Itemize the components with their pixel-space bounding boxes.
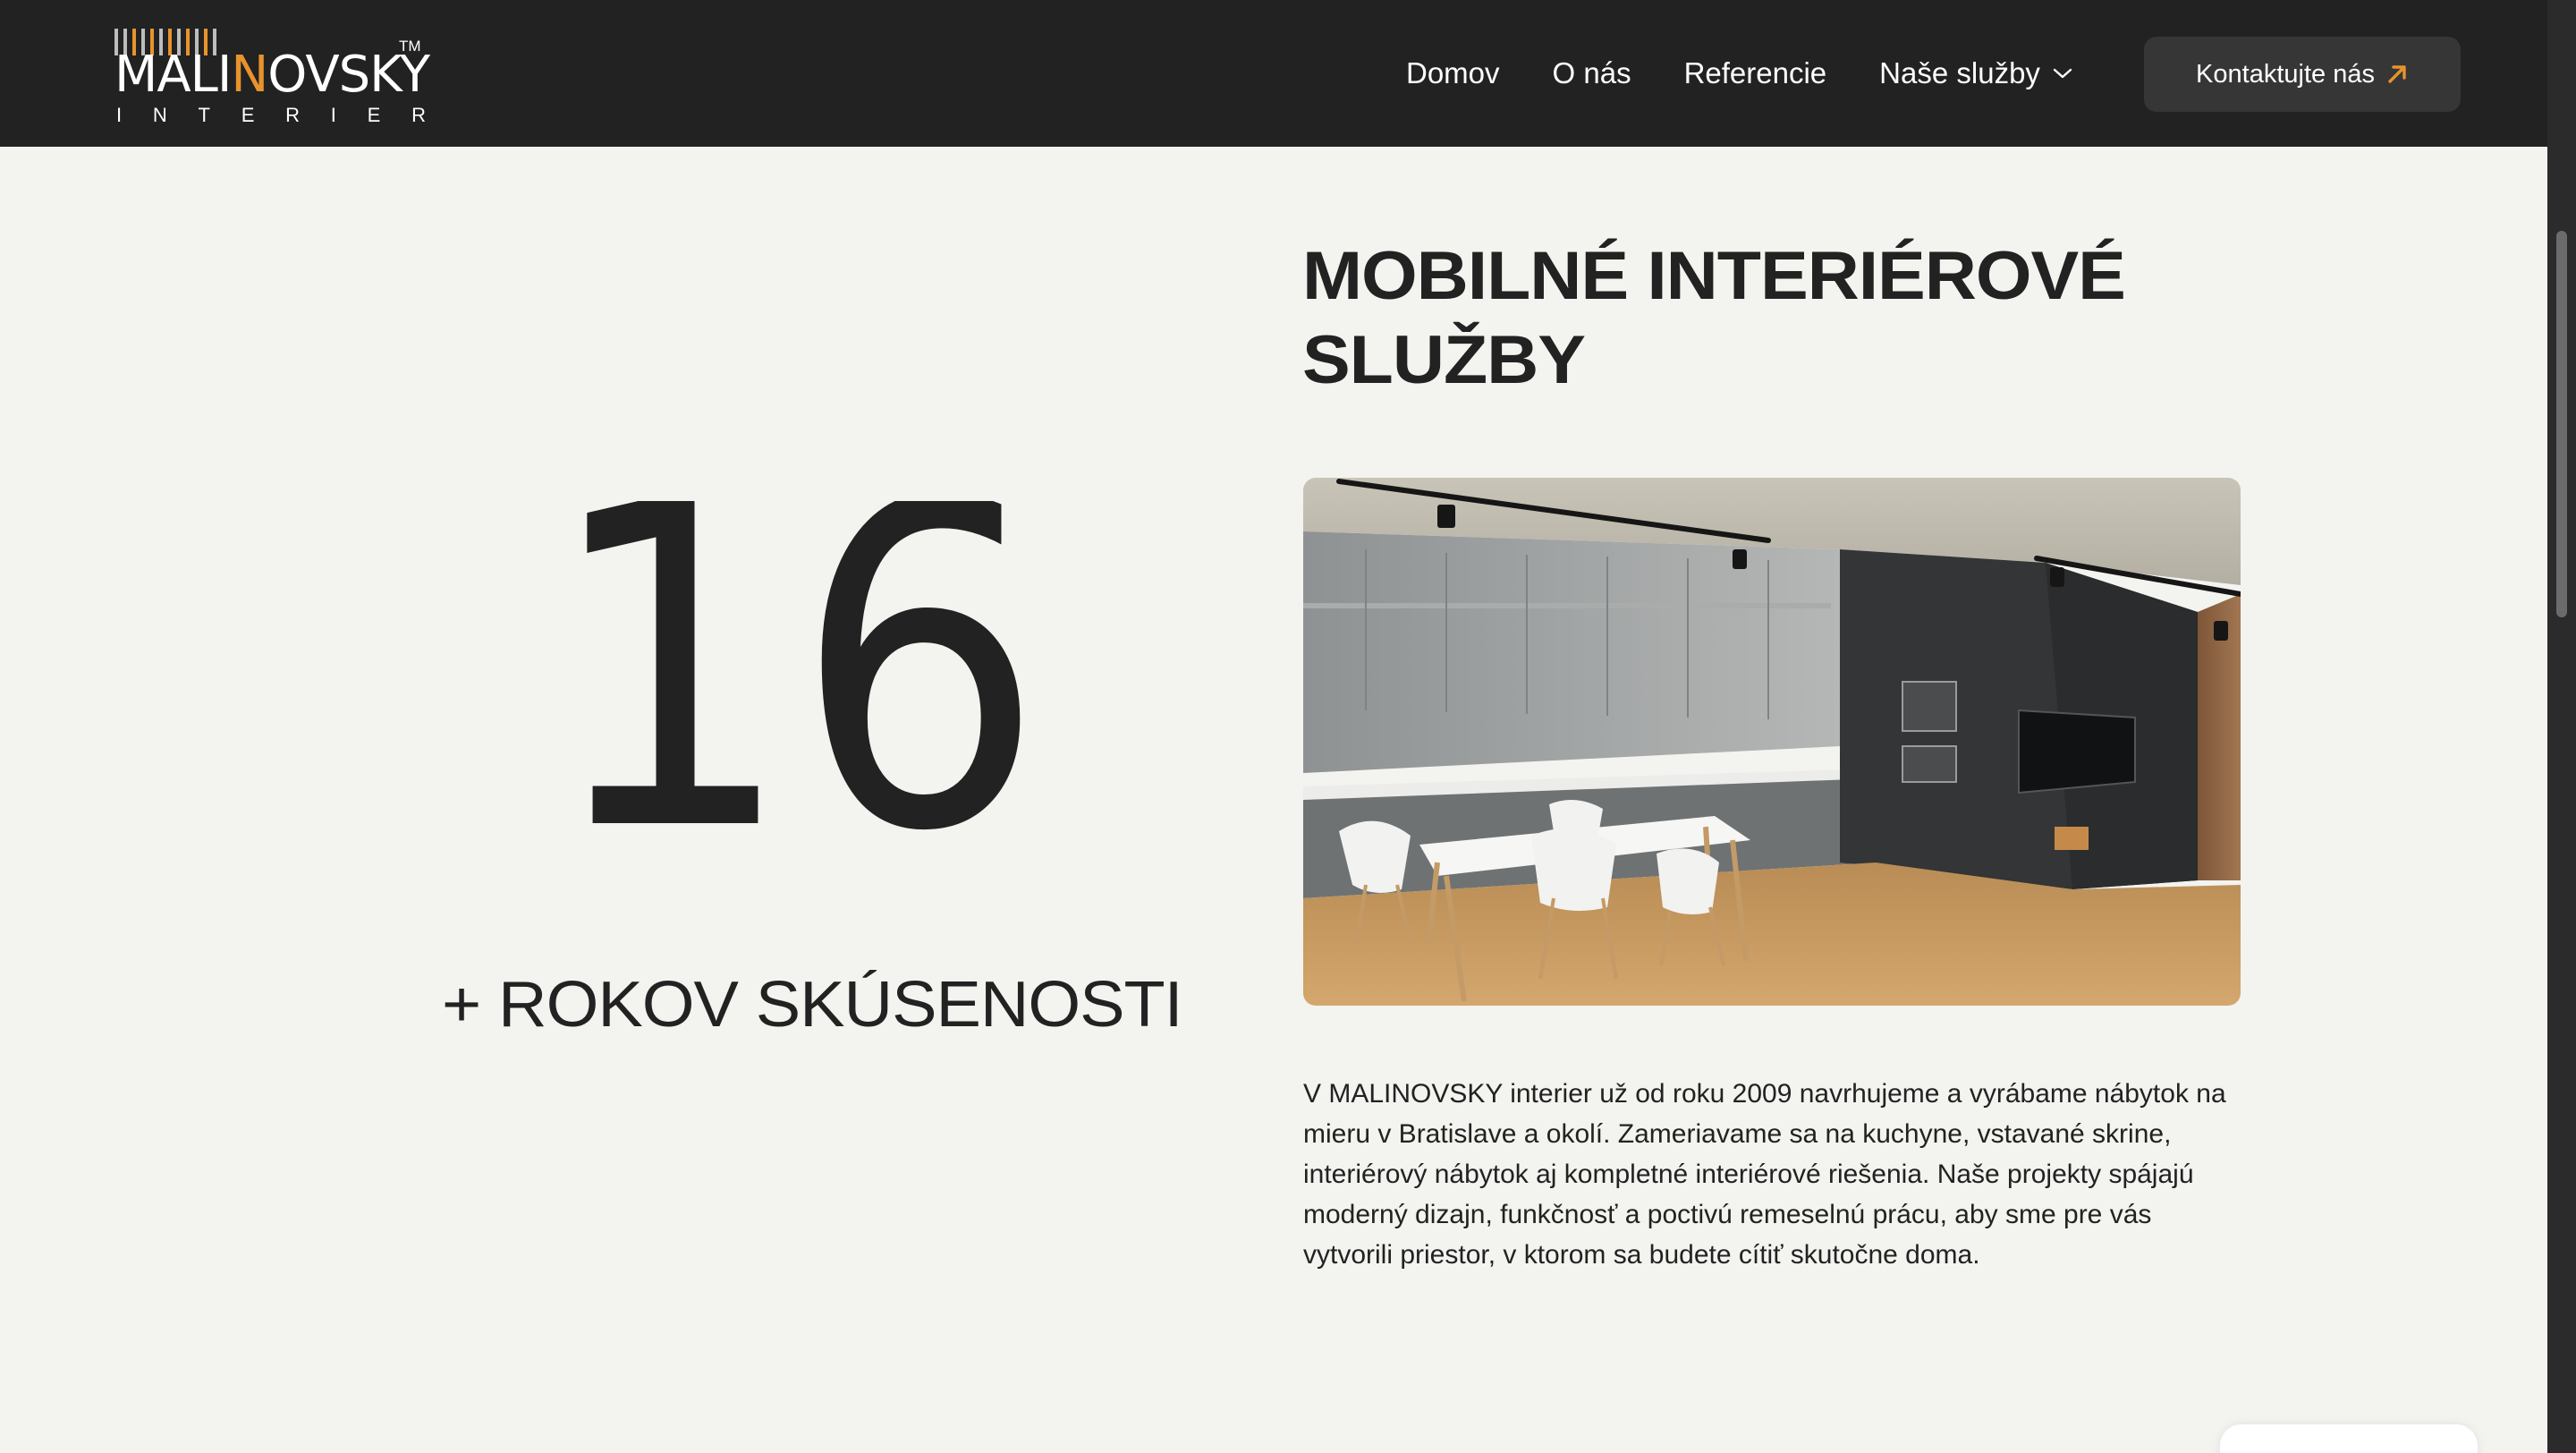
nav-item-referencie[interactable]: Referencie xyxy=(1684,56,1827,90)
section-title-line: MOBILNÉ INTERIÉROVÉ xyxy=(1302,238,2126,314)
chevron-down-icon xyxy=(2053,68,2072,79)
site-header: TM MALINOVSKY I N T E R I E R Domov O ná… xyxy=(0,0,2547,147)
nav-item-label: Naše služby xyxy=(1879,56,2040,89)
nav-item-label: Domov xyxy=(1406,56,1500,89)
brand-logo[interactable]: TM MALINOVSKY I N T E R I E R xyxy=(114,25,430,129)
scrollbar[interactable] xyxy=(2547,0,2576,1453)
nav-item-domov[interactable]: Domov xyxy=(1406,56,1500,90)
contact-button-label: Kontaktujte nás xyxy=(2196,59,2375,89)
section-body: V MALINOVSKY interier už od roku 2009 na… xyxy=(1303,1079,2226,1270)
section-title: MOBILNÉ INTERIÉROVÉ SLUŽBY xyxy=(1302,234,2156,403)
stat-number: 16 xyxy=(544,501,1045,859)
logo-tagline: I N T E R I E R xyxy=(116,104,426,126)
nav-item-label: Referencie xyxy=(1683,56,1827,89)
arrow-up-right-icon xyxy=(2388,65,2406,83)
svg-text:16: 16 xyxy=(544,501,1045,859)
nav-item-o-nas[interactable]: O nás xyxy=(1553,56,1631,90)
chat-widget[interactable] xyxy=(2220,1424,2478,1453)
nav-item-nase-sluzby[interactable]: Naše služby xyxy=(1879,56,2072,90)
logo-wordmark: MALINOVSKY xyxy=(114,46,430,104)
stat-label: + ROKOV SKÚSENOSTI xyxy=(442,969,1183,1041)
scrollbar-thumb[interactable] xyxy=(2556,231,2567,617)
contact-button[interactable]: Kontaktujte nás xyxy=(2144,37,2461,112)
nav-item-label: O nás xyxy=(1552,56,1631,89)
main-nav: Domov O nás Referencie Naše služby xyxy=(1406,52,2072,95)
kitchen-photo xyxy=(1303,478,2241,1006)
section-title-line: SLUŽBY xyxy=(1302,322,1586,398)
kitchen-photo-image xyxy=(1303,478,2241,1006)
